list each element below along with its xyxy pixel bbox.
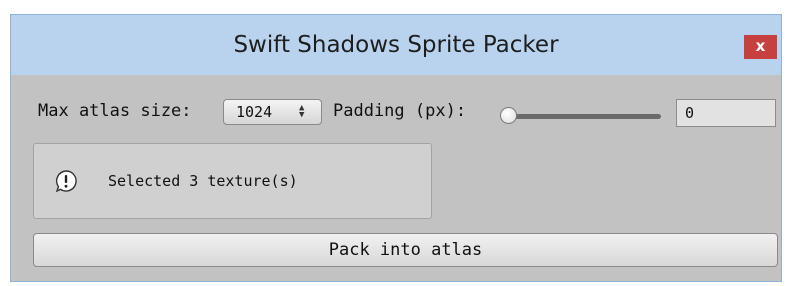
info-bubble-icon <box>55 170 77 193</box>
max-atlas-size-label: Max atlas size: <box>38 101 192 121</box>
title-bar[interactable]: Swift Shadows Sprite Packer x <box>11 15 781 75</box>
pack-into-atlas-button[interactable]: Pack into atlas <box>33 233 778 267</box>
help-box: Selected 3 texture(s) <box>33 143 432 219</box>
max-atlas-size-dropdown[interactable]: 1024 ▲ ▼ <box>223 99 322 125</box>
help-message: Selected 3 texture(s) <box>108 172 298 190</box>
padding-input[interactable]: 0 <box>676 99 776 127</box>
window-title: Swift Shadows Sprite Packer <box>233 32 559 58</box>
max-atlas-size-value: 1024 <box>236 103 273 121</box>
padding-label: Padding (px): <box>333 101 467 121</box>
padding-slider-thumb[interactable] <box>500 107 517 124</box>
close-button[interactable]: x <box>744 35 777 59</box>
sprite-packer-window: Swift Shadows Sprite Packer x Max atlas … <box>10 14 782 282</box>
dropdown-arrows-icon: ▲ ▼ <box>299 103 305 120</box>
padding-slider-track[interactable] <box>501 114 661 119</box>
